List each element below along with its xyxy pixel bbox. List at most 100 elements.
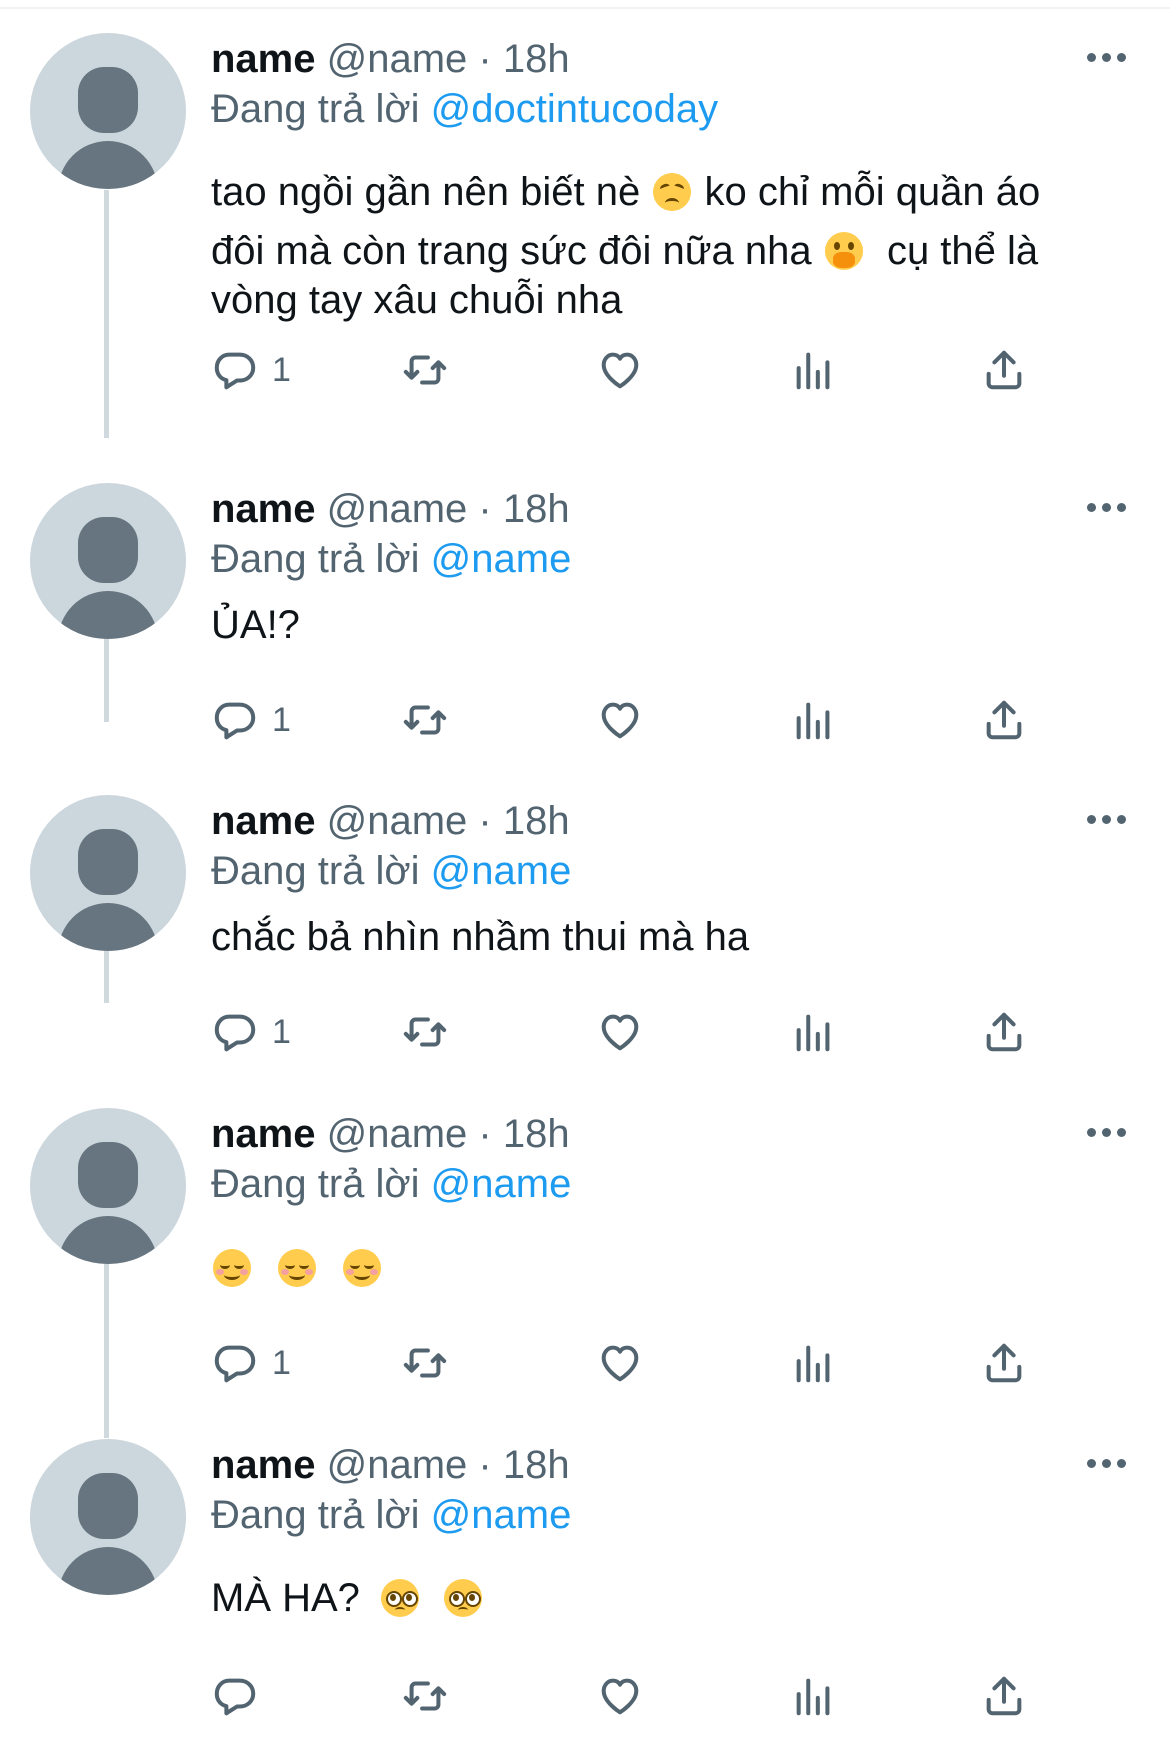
like-button[interactable]: [597, 1671, 643, 1721]
reply-button[interactable]: 1: [212, 695, 291, 745]
avatar[interactable]: [30, 1108, 186, 1264]
share-button[interactable]: [981, 695, 1027, 745]
tweet-text: [211, 1246, 1141, 1290]
tweet-text-segment: tao ngồi gần nên biết nè: [211, 170, 641, 214]
retweet-button[interactable]: [402, 1338, 448, 1388]
display-name[interactable]: name: [211, 1443, 316, 1487]
timestamp[interactable]: 18h: [503, 799, 570, 843]
replying-to-handle[interactable]: @name: [431, 849, 572, 893]
replying-to: Đang trả lời @doctintucoday: [211, 85, 718, 133]
views-icon: [796, 352, 830, 390]
share-button[interactable]: [981, 1338, 1027, 1388]
share-button[interactable]: [981, 345, 1027, 395]
handle[interactable]: @name: [327, 1112, 468, 1156]
display-name[interactable]: name: [211, 1112, 316, 1156]
more-options-icon[interactable]: [1087, 1128, 1127, 1140]
smiling-face-emoji: [343, 1249, 382, 1287]
retweet-button[interactable]: [402, 345, 448, 395]
reply-icon: [214, 702, 256, 740]
tweet-text-segment: ỦA!?: [211, 603, 300, 647]
face-with-hand-over-mouth-emoji: [824, 232, 863, 270]
reply-icon: [214, 1345, 256, 1383]
reply-button[interactable]: 1: [212, 1338, 291, 1388]
timestamp[interactable]: 18h: [503, 1443, 570, 1487]
more-options-icon[interactable]: [1087, 1459, 1127, 1471]
timestamp[interactable]: 18h: [503, 1112, 570, 1156]
display-name[interactable]: name: [211, 37, 316, 81]
retweet-icon: [403, 355, 447, 385]
tweet-header: name @name · 18h: [211, 485, 570, 533]
thread-connector: [104, 190, 109, 438]
retweet-icon: [403, 1348, 447, 1378]
like-icon: [601, 1014, 639, 1051]
avatar[interactable]: [30, 483, 186, 639]
replying-to-handle[interactable]: @name: [431, 1493, 572, 1537]
smiling-face-emoji: [278, 1249, 317, 1287]
views-button[interactable]: [791, 1671, 837, 1721]
pleading-face-emoji: [444, 1579, 483, 1617]
more-options-icon[interactable]: [1087, 503, 1127, 515]
like-button[interactable]: [597, 695, 643, 745]
tweet-text-segment: MÀ HA?: [211, 1576, 360, 1620]
more-options-icon[interactable]: [1087, 815, 1127, 827]
like-button[interactable]: [597, 345, 643, 395]
top-divider: [0, 7, 1170, 9]
reply-count: 1: [272, 350, 291, 389]
avatar[interactable]: [30, 795, 186, 951]
tweet-text: ỦA!?: [211, 597, 1141, 653]
handle[interactable]: @name: [327, 487, 468, 531]
action-bar: 1: [0, 345, 1170, 395]
timestamp[interactable]: 18h: [503, 37, 570, 81]
replying-to-handle[interactable]: @name: [431, 1162, 572, 1206]
like-icon: [601, 702, 639, 739]
handle[interactable]: @name: [327, 37, 468, 81]
like-button[interactable]: [597, 1007, 643, 1057]
avatar[interactable]: [30, 1439, 186, 1595]
share-icon: [986, 700, 1022, 740]
display-name[interactable]: name: [211, 487, 316, 531]
reply-button[interactable]: 1: [212, 345, 291, 395]
views-button[interactable]: [791, 695, 837, 745]
views-icon: [796, 702, 830, 740]
replying-to-handle[interactable]: @doctintucoday: [431, 87, 718, 131]
retweet-button[interactable]: [402, 1007, 448, 1057]
tweet-text: tao ngồi gần nên biết nè ko chỉ mỗi quần…: [211, 163, 1141, 330]
share-button[interactable]: [981, 1671, 1027, 1721]
handle[interactable]: @name: [327, 799, 468, 843]
views-icon: [796, 1678, 830, 1716]
share-icon: [986, 1012, 1022, 1052]
pleading-face-emoji: [381, 1579, 420, 1617]
display-name[interactable]: name: [211, 799, 316, 843]
share-button[interactable]: [981, 1007, 1027, 1057]
handle[interactable]: @name: [327, 1443, 468, 1487]
views-button[interactable]: [791, 345, 837, 395]
share-icon: [986, 1676, 1022, 1716]
action-bar: 1: [0, 695, 1170, 745]
views-icon: [796, 1345, 830, 1383]
share-icon: [986, 350, 1022, 390]
separator: ·: [478, 799, 492, 843]
separator: ·: [478, 37, 492, 81]
views-button[interactable]: [791, 1007, 837, 1057]
replying-to: Đang trả lời @name: [211, 1160, 571, 1208]
separator: ·: [478, 1443, 492, 1487]
tweet-text-segment: cụ thể là: [886, 229, 1039, 273]
retweet-button[interactable]: [402, 695, 448, 745]
reply-icon: [214, 1014, 256, 1052]
like-button[interactable]: [597, 1338, 643, 1388]
disappointed-face-emoji: [653, 173, 692, 211]
tweet-text-segment: chắc bả nhìn nhầm thui mà ha: [211, 915, 750, 959]
separator: ·: [478, 1112, 492, 1156]
views-button[interactable]: [791, 1338, 837, 1388]
avatar[interactable]: [30, 33, 186, 189]
replying-to-handle[interactable]: @name: [431, 537, 572, 581]
more-options-icon[interactable]: [1087, 53, 1127, 65]
reply-button[interactable]: 1: [212, 1007, 291, 1057]
replying-to-label: Đang trả lời: [211, 537, 420, 581]
action-bar: 1: [0, 1338, 1170, 1388]
retweet-button[interactable]: [402, 1671, 448, 1721]
tweet-text-segment: vòng tay xâu chuỗi nha: [211, 278, 623, 322]
reply-button[interactable]: [212, 1671, 272, 1721]
timestamp[interactable]: 18h: [503, 487, 570, 531]
replying-to-label: Đang trả lời: [211, 849, 420, 893]
